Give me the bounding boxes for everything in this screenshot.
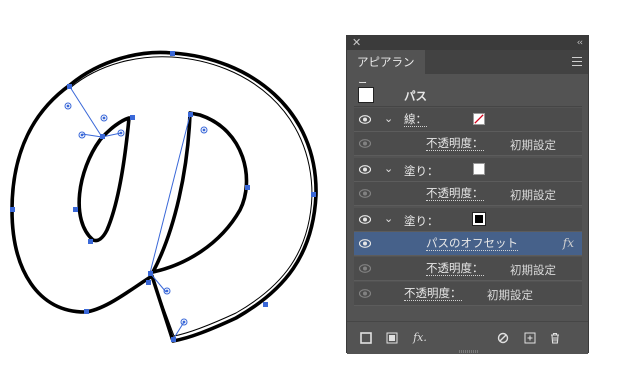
chevron-down-icon[interactable]: ⌄ <box>384 162 393 175</box>
eye-icon[interactable] <box>359 264 371 273</box>
fill-1-opacity-value: 初期設定 <box>510 188 556 202</box>
add-new-fill-icon[interactable] <box>386 332 398 344</box>
close-icon[interactable]: ✕ <box>352 36 361 50</box>
path-thumbnail-icon <box>358 87 374 103</box>
fill-label[interactable]: 塗り： <box>404 163 439 179</box>
offset-outline-path <box>10 50 318 343</box>
add-new-stroke-icon[interactable] <box>360 332 372 344</box>
fill-2-opacity-row[interactable]: 不透明度： 初期設定 <box>354 257 582 281</box>
eye-icon[interactable] <box>359 165 371 174</box>
menu-icon[interactable] <box>572 57 582 67</box>
original-path <box>69 56 313 337</box>
add-effect-icon[interactable]: fx. <box>410 332 430 344</box>
fill-2-opacity-label[interactable]: 不透明度： <box>426 262 484 276</box>
panel-bottom-toolbar: fx. <box>347 321 588 354</box>
resize-grip[interactable] <box>459 350 479 353</box>
object-opacity-value: 初期設定 <box>487 288 533 302</box>
fill-swatch-white[interactable] <box>473 163 485 175</box>
fill-2-opacity-value: 初期設定 <box>510 263 556 277</box>
object-opacity-row[interactable]: 不透明度： 初期設定 <box>354 282 582 306</box>
eye-icon[interactable] <box>359 189 371 198</box>
eye-icon[interactable] <box>359 239 371 248</box>
stroke-label[interactable]: 線： <box>404 113 427 127</box>
fill-1-opacity-row[interactable]: 不透明度： 初期設定 <box>354 182 582 206</box>
panel-tab-row: アピアランス <box>347 50 588 93</box>
stroke-opacity-label[interactable]: 不透明度： <box>426 137 484 151</box>
fill-label[interactable]: 塗り： <box>404 213 439 229</box>
duplicate-item-icon[interactable] <box>524 332 536 344</box>
eye-icon[interactable] <box>359 215 371 224</box>
fill-row-2[interactable]: ⌄ 塗り： <box>354 208 582 232</box>
glyph-artwork[interactable] <box>10 50 318 343</box>
stroke-opacity-row[interactable]: 不透明度： 初期設定 <box>354 132 582 156</box>
fill-1-opacity-label[interactable]: 不透明度： <box>426 187 484 201</box>
clear-appearance-icon[interactable] <box>497 332 509 344</box>
collapse-icon[interactable]: ‹‹ <box>577 36 583 50</box>
panel-titlebar: ✕ ‹‹ <box>347 36 588 50</box>
fill-row-1[interactable]: ⌄ 塗り： <box>354 158 582 182</box>
appearance-header-row[interactable]: パス <box>354 83 582 107</box>
eye-icon[interactable] <box>359 289 371 298</box>
offset-path-effect-link[interactable]: パスのオフセット <box>426 237 518 251</box>
stroke-row[interactable]: ⌄ 線： <box>354 108 582 132</box>
stroke-swatch[interactable] <box>473 113 485 125</box>
eye-icon[interactable] <box>359 139 371 148</box>
appearance-panel: ✕ ‹‹ アピアランス パス ⌄ 線： 不透明度： 初期設定 ⌄ 塗り： 不透明… <box>346 35 589 354</box>
chevron-down-icon[interactable]: ⌄ <box>384 112 393 125</box>
effect-fx-icon: fx <box>562 236 574 250</box>
object-type-label: パス <box>404 89 427 103</box>
chevron-down-icon[interactable]: ⌄ <box>384 212 393 225</box>
tab-appearance[interactable]: アピアランス <box>347 50 425 93</box>
stroke-opacity-value: 初期設定 <box>510 138 556 152</box>
fill-swatch-black[interactable] <box>472 212 486 226</box>
delete-icon[interactable] <box>549 332 561 344</box>
eye-icon[interactable] <box>359 115 371 124</box>
object-opacity-label[interactable]: 不透明度： <box>404 287 462 301</box>
offset-path-effect-row[interactable]: パスのオフセット fx <box>354 232 582 256</box>
artboard-canvas[interactable] <box>0 0 340 383</box>
